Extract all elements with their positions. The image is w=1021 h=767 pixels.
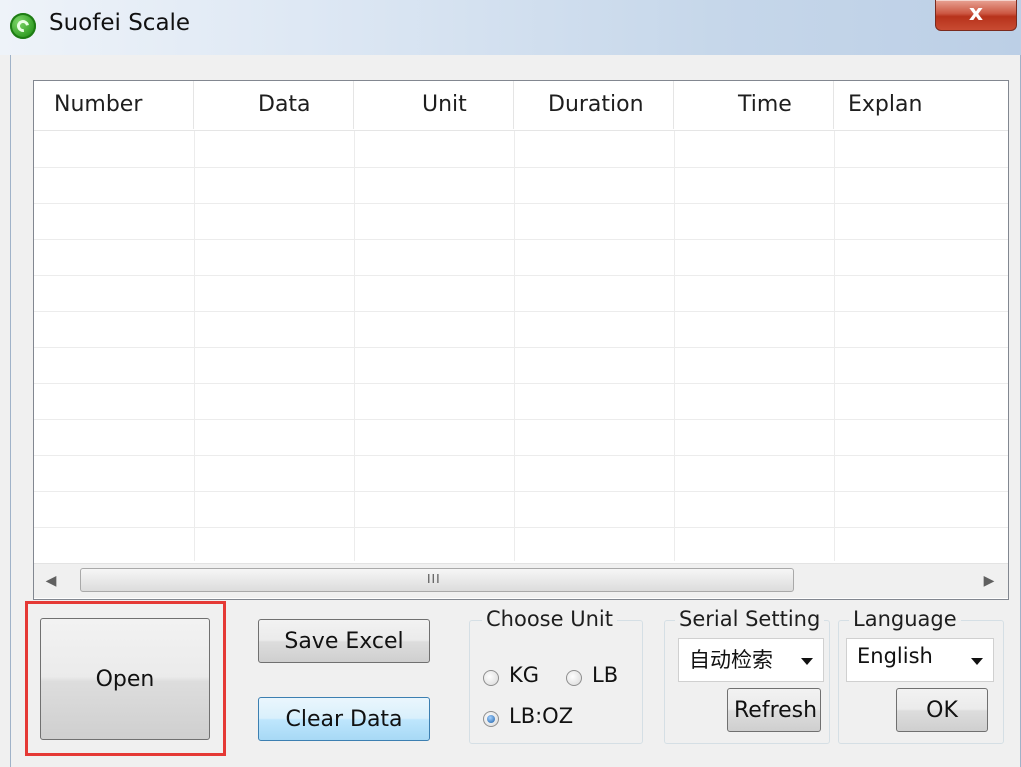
radio-kg[interactable] (483, 670, 499, 686)
close-icon: x (968, 1, 984, 26)
column-divider (514, 131, 515, 561)
column-header-explan[interactable]: Explan (834, 81, 1008, 129)
window-title: Suofei Scale (49, 10, 191, 36)
radio-kg-label[interactable]: KG (509, 663, 539, 687)
row-divider (34, 275, 1008, 276)
serial-setting-label: Serial Setting (675, 607, 825, 631)
save-excel-button[interactable]: Save Excel (258, 619, 430, 663)
scroll-left-icon[interactable]: ◀ (38, 568, 64, 594)
table-header: Number Data Unit Duration Time Explan (34, 81, 1008, 131)
column-divider (834, 131, 835, 561)
scrollbar-thumb[interactable]: III (80, 568, 794, 592)
ok-button[interactable]: OK (896, 688, 988, 732)
column-header-unit[interactable]: Unit (354, 81, 514, 129)
serial-port-select[interactable]: 自动检索 (678, 638, 824, 682)
suofei-logo-icon (10, 13, 36, 39)
row-divider (34, 167, 1008, 168)
column-divider (354, 131, 355, 561)
column-divider (194, 131, 195, 561)
chevron-down-icon[interactable] (801, 658, 813, 665)
close-button[interactable]: x (935, 0, 1017, 31)
column-header-number[interactable]: Number (34, 81, 194, 129)
scroll-right-icon[interactable]: ▶ (976, 568, 1002, 594)
horizontal-scrollbar[interactable]: ◀ III ▶ (34, 563, 1008, 598)
language-select[interactable]: English (846, 638, 994, 682)
row-divider (34, 311, 1008, 312)
column-header-duration[interactable]: Duration (514, 81, 674, 129)
radio-lb-oz-label[interactable]: LB:OZ (509, 704, 573, 728)
radio-lb-oz[interactable] (483, 711, 499, 727)
data-table[interactable]: Number Data Unit Duration Time Explan ◀ … (33, 80, 1009, 600)
column-header-data[interactable]: Data (194, 81, 354, 129)
row-divider (34, 491, 1008, 492)
serial-port-value: 自动检索 (689, 648, 773, 672)
title-bar: Suofei Scale x (0, 0, 1021, 55)
choose-unit-group: Choose Unit KG LB LB:OZ (469, 607, 643, 744)
row-divider (34, 419, 1008, 420)
radio-lb[interactable] (566, 670, 582, 686)
language-label: Language (849, 607, 961, 631)
choose-unit-label: Choose Unit (482, 607, 617, 631)
row-divider (34, 347, 1008, 348)
refresh-button[interactable]: Refresh (727, 688, 821, 732)
row-divider (34, 527, 1008, 528)
row-divider (34, 203, 1008, 204)
open-button[interactable]: Open (40, 618, 210, 740)
radio-lb-label[interactable]: LB (592, 663, 618, 687)
table-body (34, 131, 1008, 561)
column-header-time[interactable]: Time (674, 81, 834, 129)
language-value: English (857, 644, 933, 668)
column-divider (674, 131, 675, 561)
clear-data-button[interactable]: Clear Data (258, 697, 430, 741)
row-divider (34, 383, 1008, 384)
row-divider (34, 455, 1008, 456)
row-divider (34, 239, 1008, 240)
scrollbar-grip: III (427, 572, 441, 586)
chevron-down-icon[interactable] (971, 658, 983, 665)
